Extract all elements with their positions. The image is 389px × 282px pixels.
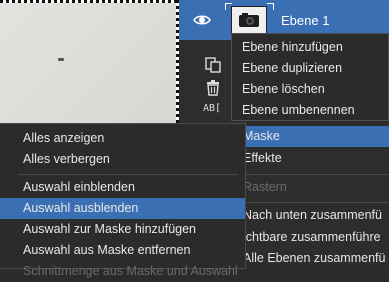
thumb-corner-tl xyxy=(225,3,232,10)
menu-item-auswahl-zur-maske-hinzufuegen[interactable]: Auswahl zur Maske hinzufügen xyxy=(0,219,245,240)
layer-actions-menu: Ebene hinzufügen Ebene duplizieren Ebene… xyxy=(231,33,389,121)
menu-item-auswahl-aus-maske-entfernen[interactable]: Auswahl aus Maske entfernen xyxy=(0,240,245,261)
menu-item-effekte[interactable]: Effekte xyxy=(243,148,282,169)
menu-item-alle-ebenen-zusammenfuehren[interactable]: Alle Ebenen zusammenfü xyxy=(243,248,385,269)
menu-item-alles-anzeigen[interactable]: Alles anzeigen xyxy=(0,128,245,149)
trash-icon[interactable] xyxy=(205,80,221,96)
menu-item-sichtbare-zusammenfuehren[interactable]: ichtbare zusammenführe xyxy=(243,227,381,248)
selection-marquee-top xyxy=(0,0,176,3)
rename-icon[interactable]: AB[ xyxy=(203,103,221,114)
menu-item-auswahl-einblenden[interactable]: Auswahl einblenden xyxy=(0,177,245,198)
menu-item-rastern: Rastern xyxy=(243,180,287,194)
mask-menu: Alles anzeigen Alles verbergen Auswahl e… xyxy=(0,123,246,278)
menu-item-nach-unten-zusammenfuehren[interactable]: Nach unten zusammenfü xyxy=(243,205,382,226)
mask-menu-separator xyxy=(18,174,238,175)
menu-item-auswahl-ausblenden[interactable]: Auswahl ausblenden xyxy=(0,198,245,219)
duplicate-icon[interactable] xyxy=(205,57,221,73)
menu-item-ebene-duplizieren[interactable]: Ebene duplizieren xyxy=(232,58,388,78)
panel-menu-separator-2 xyxy=(241,202,389,203)
menu-item-ebene-loeschen[interactable]: Ebene löschen xyxy=(232,79,388,99)
menu-item-alles-verbergen[interactable]: Alles verbergen xyxy=(0,149,245,170)
layer-name: Ebene 1 xyxy=(281,13,330,28)
menu-item-maske[interactable]: Maske xyxy=(241,126,389,147)
menu-item-ebene-umbenennen[interactable]: Ebene umbenennen xyxy=(232,100,388,120)
layer-thumbnail[interactable] xyxy=(231,6,267,34)
camera-thumbnail-icon xyxy=(239,13,259,27)
eye-icon[interactable] xyxy=(193,11,211,29)
menu-item-ebene-hinzufuegen[interactable]: Ebene hinzufügen xyxy=(232,37,388,57)
panel-menu-separator xyxy=(241,174,389,175)
menu-item-schnittmenge: Schnittmenge aus Maske und Auswahl xyxy=(23,264,238,278)
thumb-corner-tr xyxy=(267,3,274,10)
canvas-speck xyxy=(58,58,64,61)
